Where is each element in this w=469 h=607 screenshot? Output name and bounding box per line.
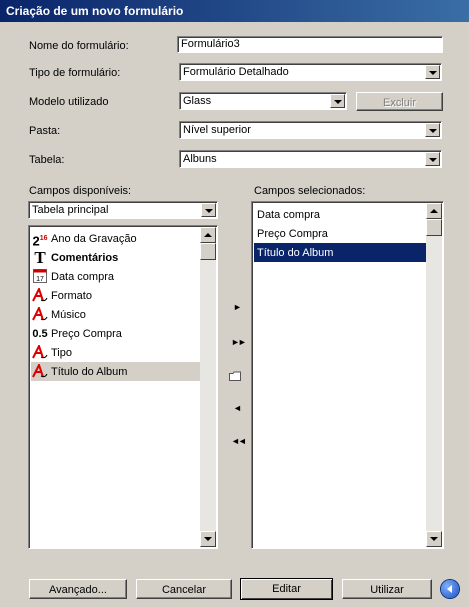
list-item[interactable]: 216 Ano da Gravação bbox=[31, 229, 201, 248]
form-type-select[interactable]: Formulário Detalhado bbox=[179, 63, 442, 81]
available-fields-label: Campos disponíveis: bbox=[29, 185, 132, 197]
back-arrow-icon[interactable] bbox=[441, 580, 459, 598]
list-item-label: Preço Compra bbox=[51, 328, 122, 340]
number-field-icon: 0.5 bbox=[32, 328, 48, 340]
exclude-button-label: Excluir bbox=[382, 97, 416, 109]
list-item[interactable]: 0.5 Preço Compra bbox=[31, 324, 201, 343]
selected-fields-list[interactable]: Data compra Preço Compra Título do Album bbox=[251, 201, 444, 549]
list-item-label: Título do Album bbox=[257, 247, 334, 259]
form-type-label: Tipo de formulário: bbox=[29, 67, 121, 79]
text-field-icon bbox=[31, 343, 49, 361]
scroll-thumb[interactable] bbox=[200, 243, 216, 260]
selected-fields-label: Campos selecionados: bbox=[254, 185, 366, 197]
folder-value: Nível superior bbox=[183, 124, 251, 136]
list-item-label: Músico bbox=[51, 309, 86, 321]
list-item-label: Comentários bbox=[51, 252, 119, 264]
window-title: Criação de um novo formulário bbox=[6, 4, 184, 18]
svg-text:17: 17 bbox=[36, 276, 44, 283]
available-scrollbar[interactable] bbox=[200, 227, 216, 547]
model-select[interactable]: Glass bbox=[179, 92, 347, 110]
remove-all-fields-icon[interactable]: ◄◄ bbox=[231, 436, 247, 446]
cancel-button[interactable]: Cancelar bbox=[136, 579, 232, 599]
list-item-label: Título do Album bbox=[51, 366, 128, 378]
list-item-label: Data compra bbox=[257, 209, 320, 221]
model-label: Modelo utilizado bbox=[29, 96, 109, 108]
text-field-icon bbox=[31, 305, 49, 323]
table-label: Tabela: bbox=[29, 154, 65, 166]
list-item-label: Data compra bbox=[51, 271, 114, 283]
list-item[interactable]: Músico bbox=[31, 305, 201, 324]
folder-icon[interactable] bbox=[229, 371, 241, 383]
chevron-down-icon[interactable] bbox=[330, 94, 345, 108]
list-item-label: Tipo bbox=[51, 347, 72, 359]
list-item[interactable]: Título do Album bbox=[254, 243, 426, 262]
chevron-down-icon[interactable] bbox=[201, 203, 216, 217]
model-value: Glass bbox=[183, 95, 212, 107]
table-select[interactable]: Albuns bbox=[179, 150, 442, 168]
source-value: Tabela principal bbox=[32, 204, 109, 216]
selected-scrollbar[interactable] bbox=[426, 203, 442, 547]
form-type-value: Formulário Detalhado bbox=[183, 66, 289, 78]
chevron-down-icon[interactable] bbox=[425, 65, 440, 79]
folder-select[interactable]: Nível superior bbox=[179, 121, 442, 139]
remove-field-icon[interactable]: ◄ bbox=[233, 403, 242, 413]
scroll-up-button[interactable] bbox=[426, 203, 442, 219]
text-field-icon bbox=[31, 286, 49, 304]
text-field-icon bbox=[31, 362, 49, 380]
source-select[interactable]: Tabela principal bbox=[28, 201, 218, 219]
list-item[interactable]: Título do Album bbox=[31, 362, 201, 381]
folder-label: Pasta: bbox=[29, 125, 61, 137]
add-all-fields-icon[interactable]: ►► bbox=[231, 337, 247, 347]
list-item-label: Ano da Gravação bbox=[51, 233, 137, 245]
list-item[interactable]: T Comentários bbox=[31, 248, 201, 267]
list-item[interactable]: Formato bbox=[31, 286, 201, 305]
form-name-value: Formulário3 bbox=[181, 38, 240, 50]
calendar-icon: 17 bbox=[31, 269, 49, 285]
form-name-label: Nome do formulário: bbox=[29, 40, 129, 52]
exclude-button[interactable]: Excluir bbox=[356, 92, 443, 111]
chevron-down-icon[interactable] bbox=[425, 152, 440, 166]
use-button[interactable]: Utilizar bbox=[342, 579, 432, 599]
form-name-input[interactable]: Formulário3 bbox=[177, 36, 443, 53]
title-bar: Criação de um novo formulário bbox=[0, 0, 469, 22]
scroll-thumb[interactable] bbox=[426, 219, 442, 236]
cancel-button-label: Cancelar bbox=[161, 584, 207, 596]
chevron-down-icon[interactable] bbox=[425, 123, 440, 137]
use-button-label: Utilizar bbox=[370, 584, 404, 596]
advanced-button[interactable]: Avançado... bbox=[29, 579, 127, 599]
list-item-label: Formato bbox=[51, 290, 92, 302]
table-value: Albuns bbox=[183, 153, 217, 165]
add-field-icon[interactable]: ► bbox=[233, 302, 242, 312]
list-item[interactable]: Tipo bbox=[31, 343, 201, 362]
list-item[interactable]: Data compra bbox=[254, 205, 426, 224]
available-fields-list[interactable]: 216 Ano da Gravação T Comentários 17 Dat… bbox=[28, 225, 218, 549]
list-item-label: Preço Compra bbox=[257, 228, 328, 240]
edit-button[interactable]: Editar bbox=[240, 578, 333, 600]
date-number-icon: 216 bbox=[32, 233, 48, 249]
text-memo-icon: T bbox=[34, 248, 46, 267]
advanced-button-label: Avançado... bbox=[49, 584, 107, 596]
scroll-down-button[interactable] bbox=[200, 531, 216, 547]
list-item[interactable]: 17 Data compra bbox=[31, 267, 201, 286]
edit-button-label: Editar bbox=[272, 583, 301, 595]
scroll-up-button[interactable] bbox=[200, 227, 216, 243]
scroll-down-button[interactable] bbox=[426, 531, 442, 547]
list-item[interactable]: Preço Compra bbox=[254, 224, 426, 243]
